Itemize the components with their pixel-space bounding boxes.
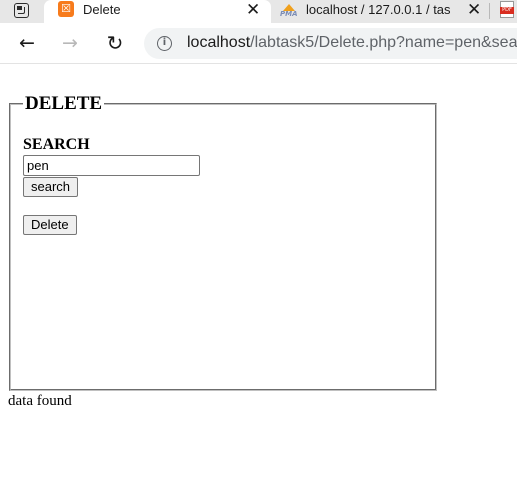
xampp-icon: ☒ — [58, 1, 74, 17]
address-bar[interactable]: i localhost/labtask5/Delete.php?name=pen… — [144, 28, 517, 59]
reload-icon[interactable]: ↻ — [104, 32, 126, 54]
tab-delete[interactable]: ☒ Delete ✕ — [44, 0, 271, 23]
search-label: SEARCH — [23, 136, 90, 153]
tab-title: localhost / 127.0.0.1 / task5 / — [306, 2, 451, 17]
navigation-toolbar: ← → ↻ i localhost/labtask5/Delete.php?na… — [0, 23, 517, 64]
info-icon[interactable]: i — [157, 36, 172, 51]
pdf-tab-icon[interactable] — [500, 1, 514, 18]
url-host: localhost — [187, 34, 251, 51]
tab-actions-button[interactable] — [0, 0, 44, 23]
fieldset-legend: DELETE — [25, 93, 103, 114]
url-path: /labtask5/Delete.php?name=pen&sea — [250, 34, 517, 51]
back-arrow-icon[interactable]: ← — [16, 32, 38, 54]
page-content: DELETE SEARCH search Delete data found — [0, 64, 517, 477]
tab-title: Delete — [83, 2, 121, 17]
search-button[interactable]: search — [23, 177, 79, 197]
forward-arrow-icon[interactable]: → — [59, 32, 81, 54]
tab-divider — [489, 3, 490, 19]
tab-phpmyadmin[interactable]: PMA localhost / 127.0.0.1 / task5 / ✕ — [271, 0, 490, 23]
phpmyadmin-icon: PMA — [280, 4, 298, 18]
tab-close-icon[interactable]: ✕ — [467, 0, 481, 20]
status-message: data found — [8, 393, 72, 409]
tab-strip: ☒ Delete ✕ PMA localhost / 127.0.0.1 / t… — [0, 0, 517, 23]
search-input[interactable] — [23, 155, 200, 176]
tab-close-icon[interactable]: ✕ — [246, 0, 260, 20]
url-text[interactable]: localhost/labtask5/Delete.php?name=pen&s… — [187, 34, 517, 52]
delete-button[interactable]: Delete — [23, 215, 77, 235]
tab-actions-icon — [14, 3, 29, 18]
